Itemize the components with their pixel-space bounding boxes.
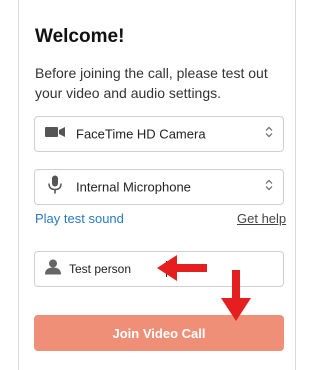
name-input-value: Test person xyxy=(69,262,132,276)
get-help-link[interactable]: Get help xyxy=(237,211,286,226)
page-subtitle: Before joining the call, please test out… xyxy=(35,65,268,101)
panel-left-border xyxy=(18,0,19,370)
video-camera-icon xyxy=(45,125,65,143)
person-icon xyxy=(45,259,61,280)
panel-right-border xyxy=(295,0,296,370)
annotation-down-arrow-icon xyxy=(221,270,251,321)
play-test-sound-link[interactable]: Play test sound xyxy=(35,211,124,226)
microphone-icon xyxy=(45,175,65,199)
annotation-left-arrow-icon xyxy=(157,255,207,281)
chevron-updown-icon xyxy=(265,178,273,196)
page-title: Welcome! xyxy=(35,26,125,47)
microphone-select[interactable]: Internal Microphone xyxy=(34,169,284,205)
camera-select[interactable]: FaceTime HD Camera xyxy=(34,116,284,152)
chevron-updown-icon xyxy=(265,125,273,143)
camera-select-value: FaceTime HD Camera xyxy=(76,126,206,142)
microphone-select-value: Internal Microphone xyxy=(76,179,191,195)
